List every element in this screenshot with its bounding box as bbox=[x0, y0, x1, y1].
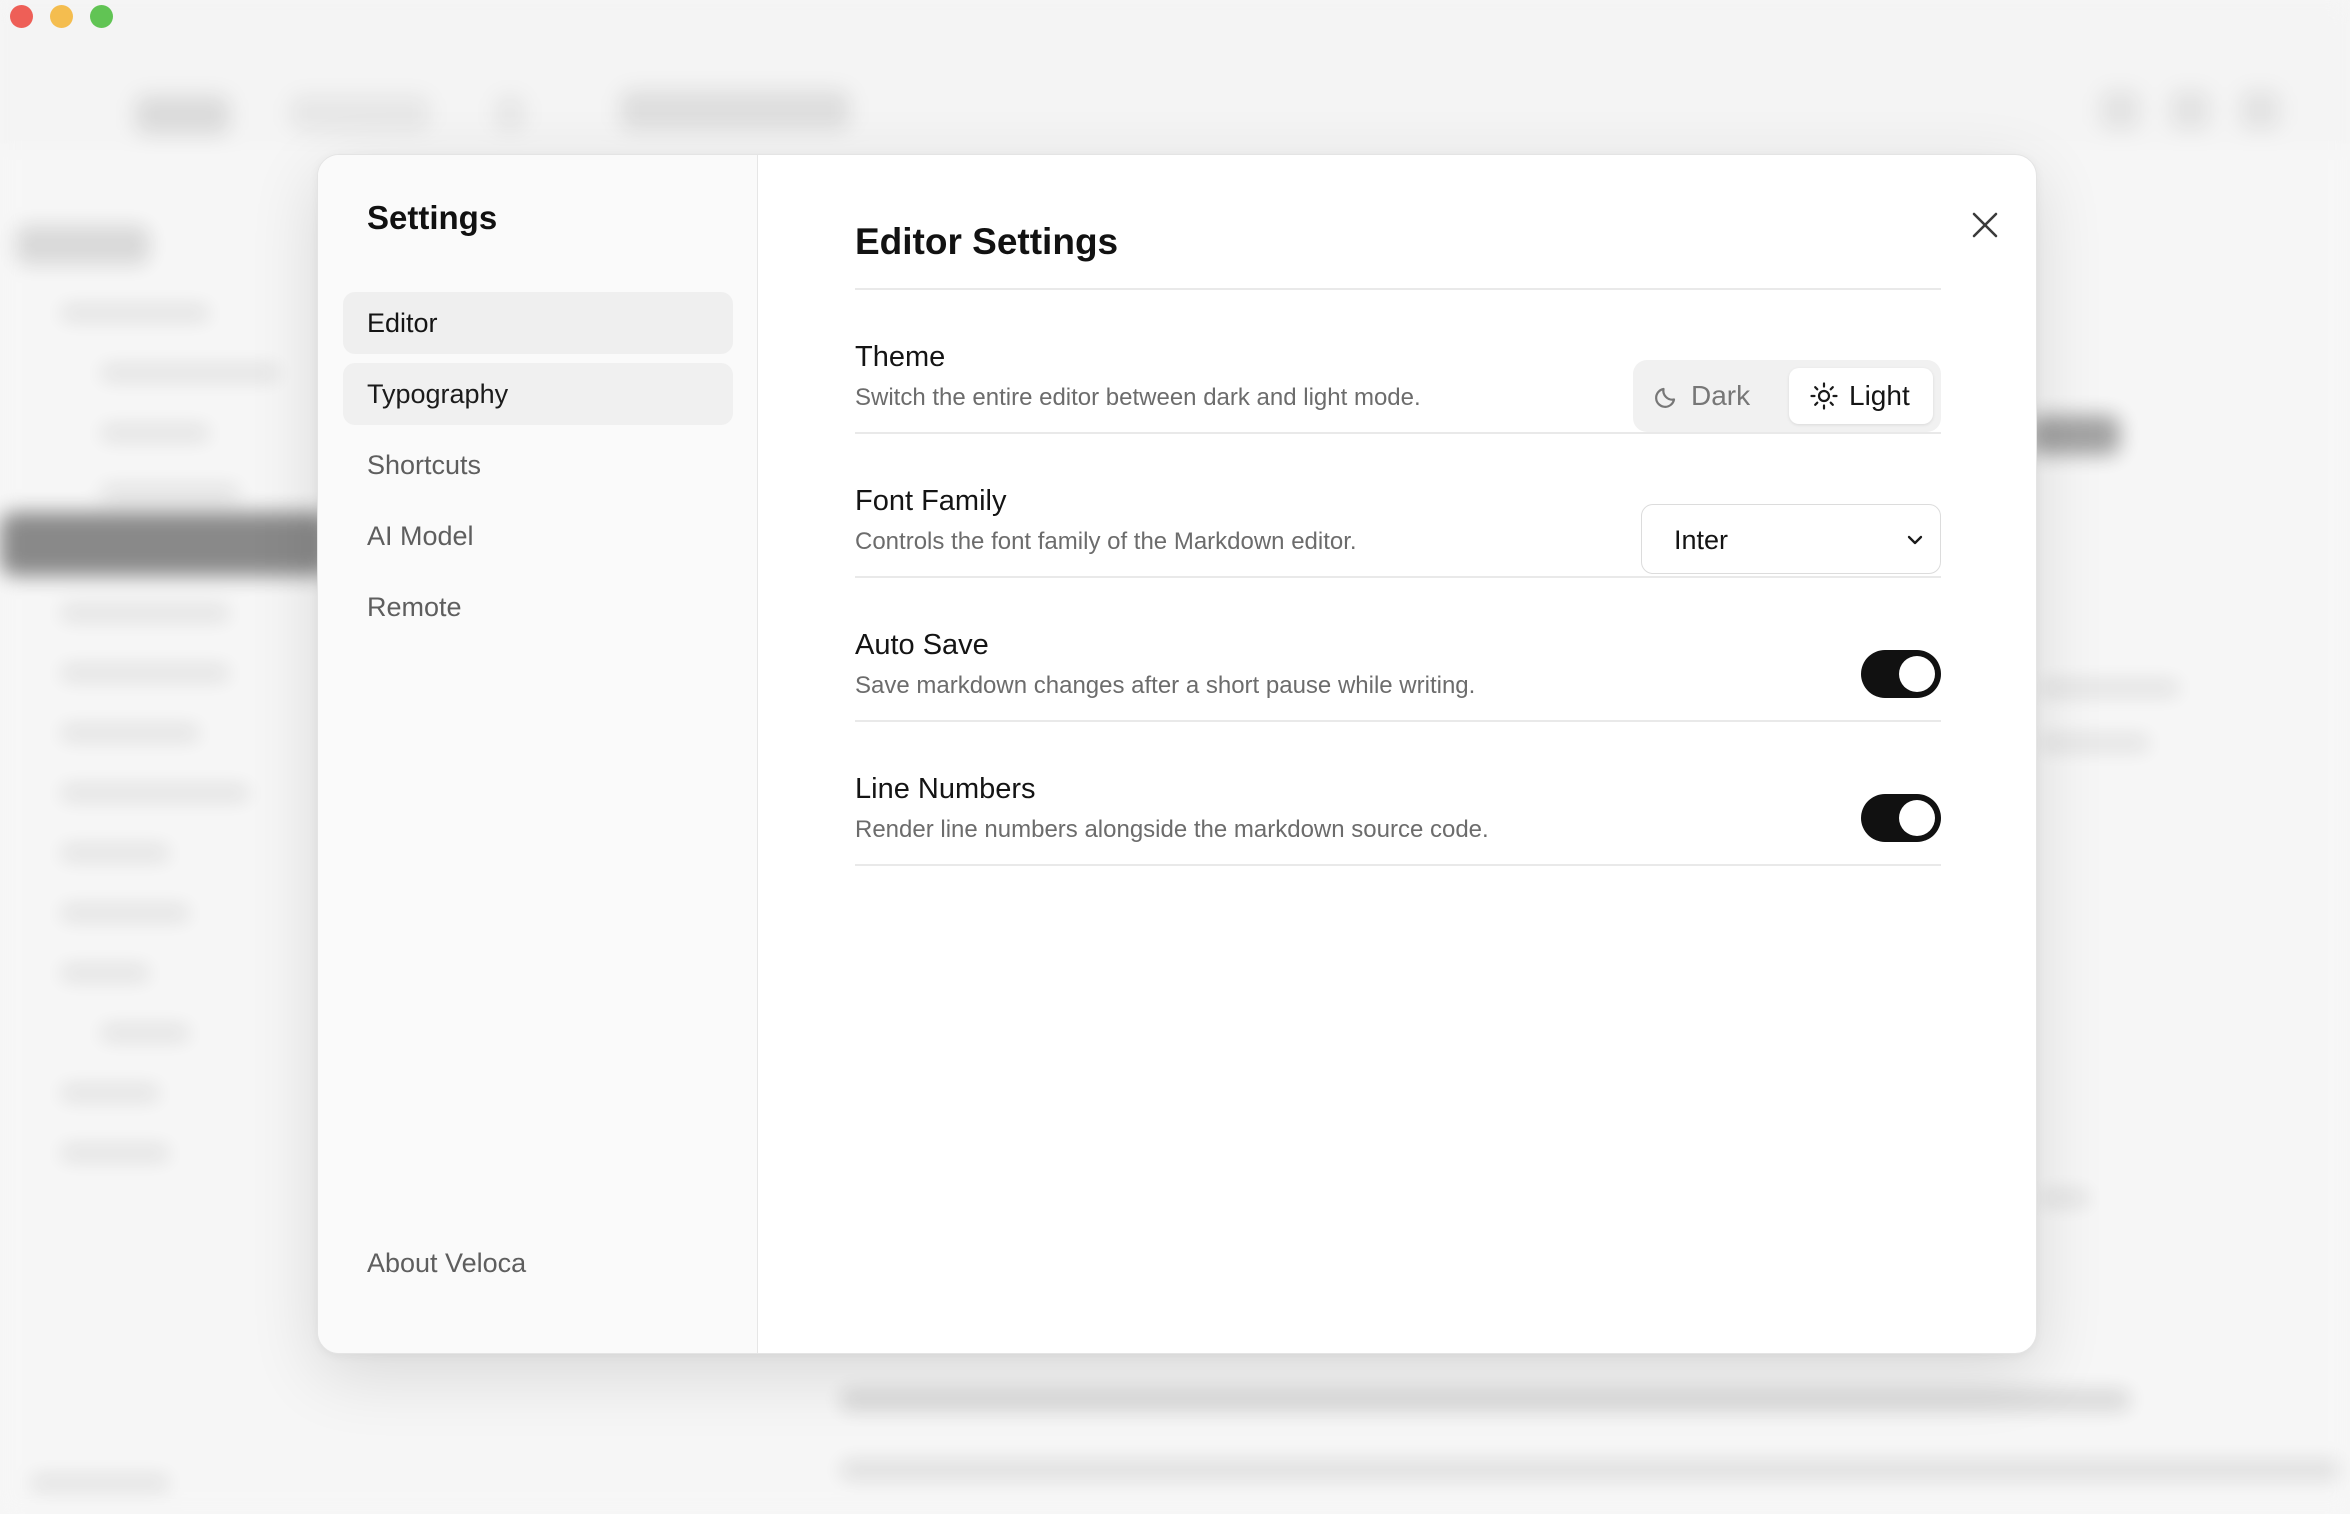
line-numbers-toggle[interactable] bbox=[1861, 794, 1941, 842]
auto-save-toggle[interactable] bbox=[1861, 650, 1941, 698]
setting-description: Switch the entire editor between dark an… bbox=[855, 384, 1421, 411]
setting-row-theme: Theme Switch the entire editor between d… bbox=[855, 290, 1941, 434]
background-line bbox=[30, 1475, 170, 1491]
background-line bbox=[60, 605, 230, 621]
background-selected-row bbox=[0, 512, 330, 576]
sidebar-title: Settings bbox=[367, 199, 498, 236]
background-line bbox=[100, 485, 240, 501]
background-line bbox=[60, 1145, 170, 1161]
background-button bbox=[2030, 415, 2120, 455]
sidebar-item-typography[interactable]: Typography bbox=[343, 363, 733, 425]
setting-row-font-family: Font Family Controls the font family of … bbox=[855, 434, 1941, 578]
setting-label: Font Family bbox=[855, 485, 1007, 517]
settings-content: Editor Settings Theme Switch the entire … bbox=[758, 155, 2036, 1353]
setting-description: Save markdown changes after a short paus… bbox=[855, 672, 1476, 699]
background-line bbox=[100, 425, 210, 441]
sidebar-item-remote[interactable]: Remote bbox=[343, 576, 733, 638]
setting-description: Controls the font family of the Markdown… bbox=[855, 528, 1357, 555]
background-heading bbox=[15, 225, 150, 265]
theme-option-label: Dark bbox=[1691, 380, 1751, 411]
about-link[interactable]: About Veloca bbox=[367, 1248, 526, 1279]
background-line bbox=[2040, 680, 2180, 696]
select-value: Inter bbox=[1674, 525, 1729, 555]
background-line bbox=[840, 1460, 2340, 1480]
setting-label: Theme bbox=[855, 341, 946, 373]
background-line bbox=[100, 1025, 190, 1041]
setting-label: Line Numbers bbox=[855, 773, 1036, 805]
background-icon bbox=[2170, 90, 2210, 130]
zoom-window-button[interactable] bbox=[90, 5, 113, 28]
sidebar-item-editor[interactable]: Editor bbox=[343, 292, 733, 354]
theme-option-label: Light bbox=[1849, 380, 1910, 411]
background-line bbox=[60, 785, 250, 801]
close-button[interactable] bbox=[1965, 205, 2005, 245]
settings-modal: Settings Editor Typography Shortcuts AI … bbox=[317, 154, 2037, 1354]
background-icon bbox=[2240, 90, 2280, 130]
background-line bbox=[840, 1390, 2130, 1410]
close-window-button[interactable] bbox=[10, 5, 33, 28]
background-line bbox=[60, 965, 150, 981]
setting-row-line-numbers: Line Numbers Render line numbers alongsi… bbox=[855, 722, 1941, 866]
background-search bbox=[290, 95, 430, 131]
background-line bbox=[100, 365, 280, 381]
settings-list: Theme Switch the entire editor between d… bbox=[855, 290, 1941, 866]
background-tab bbox=[620, 90, 850, 130]
chevron-down-icon bbox=[1907, 535, 1923, 545]
sun-icon bbox=[1810, 382, 1838, 410]
background-line bbox=[60, 305, 210, 321]
settings-sidebar: Settings Editor Typography Shortcuts AI … bbox=[318, 155, 758, 1353]
toggle-knob bbox=[1899, 800, 1935, 836]
background-line bbox=[60, 665, 230, 681]
background-line bbox=[2040, 1190, 2090, 1206]
background-line bbox=[60, 845, 170, 861]
background-line bbox=[60, 1085, 160, 1101]
background-line bbox=[60, 725, 200, 741]
close-icon bbox=[1972, 212, 1998, 238]
setting-row-auto-save: Auto Save Save markdown changes after a … bbox=[855, 578, 1941, 722]
theme-option-dark[interactable]: Dark bbox=[1653, 368, 1750, 424]
settings-nav: Editor Typography Shortcuts AI Model Rem… bbox=[343, 292, 733, 647]
theme-segmented-control: Dark Light bbox=[1633, 360, 1941, 432]
sidebar-item-ai-model[interactable]: AI Model bbox=[343, 505, 733, 567]
setting-description: Render line numbers alongside the markdo… bbox=[855, 816, 1489, 843]
background-line bbox=[2040, 735, 2150, 751]
font-family-select[interactable]: Inter bbox=[1641, 504, 1941, 574]
background-icon bbox=[2100, 90, 2140, 130]
page-title: Editor Settings bbox=[855, 221, 1119, 262]
background-button bbox=[495, 95, 525, 131]
background-logo bbox=[135, 95, 230, 135]
background-line bbox=[60, 905, 190, 921]
minimize-window-button[interactable] bbox=[50, 5, 73, 28]
setting-label: Auto Save bbox=[855, 629, 989, 661]
sidebar-item-shortcuts[interactable]: Shortcuts bbox=[343, 434, 733, 496]
theme-option-light[interactable]: Light bbox=[1789, 368, 1933, 424]
window-controls bbox=[10, 5, 113, 28]
moon-icon bbox=[1655, 387, 1676, 408]
toggle-knob bbox=[1899, 656, 1935, 692]
